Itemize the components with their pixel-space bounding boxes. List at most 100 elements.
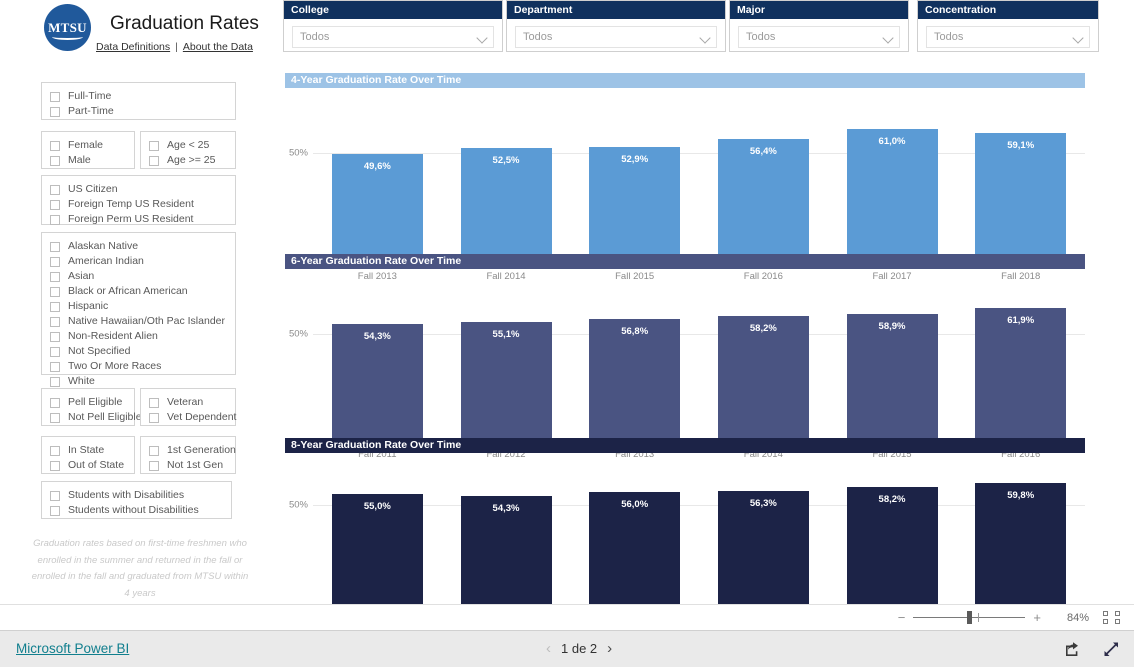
chevron-down-icon[interactable] (882, 32, 894, 44)
checkbox-row[interactable]: Pell Eligible (50, 395, 126, 410)
zoom-slider[interactable] (913, 611, 1026, 624)
slicer-enrollment-status[interactable]: Full-Time Part-Time (41, 82, 236, 120)
dropdown-department[interactable]: Department Todos (506, 0, 726, 52)
checkbox-icon[interactable] (50, 361, 60, 372)
bar[interactable]: 55,0%Fall 2009 (331, 493, 423, 637)
bar[interactable]: 49,6% Fall 2013 (331, 154, 423, 282)
checkbox-icon[interactable] (50, 140, 60, 151)
checkbox-icon[interactable] (50, 286, 60, 297)
checkbox-icon[interactable] (50, 106, 60, 117)
zoom-slider-thumb[interactable] (967, 611, 973, 624)
slicer-pell[interactable]: Pell Eligible Not Pell Eligible (41, 388, 142, 426)
slicer-veteran[interactable]: Veteran Vet Dependent (140, 388, 236, 426)
checkbox-icon[interactable] (50, 155, 60, 166)
bar[interactable]: 56,8% Fall 2013 (589, 318, 681, 460)
checkbox-row[interactable]: White (50, 374, 227, 389)
zoom-out-button[interactable]: − (898, 610, 906, 625)
microsoft-power-bi-link[interactable]: Microsoft Power BI (16, 641, 129, 656)
chevron-down-icon[interactable] (699, 32, 711, 44)
checkbox-icon[interactable] (50, 346, 60, 357)
checkbox-icon[interactable] (149, 140, 159, 151)
bar[interactable]: 58,2%Fall 2013 (846, 486, 938, 637)
checkbox-icon[interactable] (50, 397, 60, 408)
dropdown-select[interactable]: Todos (292, 26, 494, 48)
checkbox-icon[interactable] (149, 397, 159, 408)
checkbox-row[interactable]: US Citizen (50, 182, 227, 197)
checkbox-row[interactable]: Foreign Perm US Resident (50, 212, 227, 227)
previous-page-button[interactable]: ‹ (536, 640, 561, 657)
checkbox-icon[interactable] (50, 214, 60, 225)
checkbox-icon[interactable] (50, 184, 60, 195)
checkbox-icon[interactable] (50, 331, 60, 342)
bar[interactable]: 55,1% Fall 2012 (460, 322, 552, 460)
checkbox-row[interactable]: Female (50, 138, 126, 153)
checkbox-row[interactable]: Full-Time (50, 89, 227, 104)
bar[interactable]: 56,0%Fall 2011 (589, 491, 681, 637)
dropdown-college[interactable]: College Todos (283, 0, 503, 52)
checkbox-row[interactable]: Age < 25 (149, 138, 227, 153)
checkbox-icon[interactable] (50, 412, 60, 423)
bar[interactable]: 56,3%Fall 2012 (717, 490, 809, 637)
slicer-residency[interactable]: In State Out of State (41, 436, 135, 474)
bar[interactable]: 61,0% Fall 2017 (846, 128, 938, 282)
dropdown-select[interactable]: Todos (926, 26, 1090, 48)
bar[interactable]: 58,9% Fall 2015 (846, 314, 938, 460)
checkbox-icon[interactable] (50, 445, 60, 456)
data-definitions-link[interactable]: Data Definitions (96, 41, 170, 53)
checkbox-row[interactable]: Hispanic (50, 299, 227, 314)
checkbox-row[interactable]: Age >= 25 (149, 153, 227, 168)
bar[interactable]: 54,3%Fall 2010 (460, 495, 552, 637)
checkbox-row[interactable]: Part-Time (50, 104, 227, 119)
fullscreen-icon[interactable] (1103, 641, 1120, 662)
checkbox-row[interactable]: Not Specified (50, 344, 227, 359)
next-page-button[interactable]: › (597, 640, 622, 657)
bar[interactable]: 61,9% Fall 2016 (975, 307, 1067, 460)
checkbox-icon[interactable] (149, 445, 159, 456)
dropdown-major[interactable]: Major Todos (729, 0, 909, 52)
checkbox-row[interactable]: Foreign Temp US Resident (50, 197, 227, 212)
checkbox-icon[interactable] (50, 301, 60, 312)
checkbox-icon[interactable] (149, 412, 159, 423)
checkbox-row[interactable]: Two Or More Races (50, 359, 227, 374)
checkbox-row[interactable]: In State (50, 443, 126, 458)
checkbox-row[interactable]: Not 1st Gen (149, 458, 227, 473)
slicer-generation[interactable]: 1st Generation Not 1st Gen (140, 436, 236, 474)
slicer-ethnicity[interactable]: Alaskan Native American Indian Asian Bla… (41, 232, 236, 387)
bar[interactable]: 52,5% Fall 2014 (460, 147, 552, 282)
checkbox-row[interactable]: Non-Resident Alien (50, 329, 227, 344)
checkbox-icon[interactable] (149, 460, 159, 471)
checkbox-icon[interactable] (149, 155, 159, 166)
checkbox-row[interactable]: Native Hawaiian/Oth Pac Islander (50, 314, 227, 329)
checkbox-icon[interactable] (50, 490, 60, 501)
bar[interactable]: 54,3% Fall 2011 (331, 324, 423, 460)
dropdown-select[interactable]: Todos (738, 26, 900, 48)
checkbox-icon[interactable] (50, 376, 60, 387)
about-the-data-link[interactable]: About the Data (183, 41, 253, 53)
checkbox-icon[interactable] (50, 505, 60, 516)
dropdown-concentration[interactable]: Concentration Todos (917, 0, 1099, 52)
bar[interactable]: 56,4% Fall 2016 (717, 139, 809, 282)
checkbox-row[interactable]: Vet Dependent (149, 410, 236, 425)
share-icon[interactable] (1064, 641, 1081, 662)
chart-8-year-graduation-rate[interactable]: 8-Year Graduation Rate Over Time 0%50%55… (285, 438, 1085, 637)
checkbox-row[interactable]: Male (50, 153, 126, 168)
bar[interactable]: 59,8%Fall 2014 (975, 483, 1067, 637)
slicer-age[interactable]: Age < 25 Age >= 25 (140, 131, 236, 169)
checkbox-icon[interactable] (50, 316, 60, 327)
checkbox-icon[interactable] (50, 199, 60, 210)
slicer-citizenship[interactable]: US Citizen Foreign Temp US Resident Fore… (41, 175, 236, 225)
checkbox-row[interactable]: 1st Generation (149, 443, 236, 458)
checkbox-row[interactable]: Black or African American (50, 284, 227, 299)
slicer-disability[interactable]: Students with Disabilities Students with… (41, 481, 232, 519)
checkbox-row[interactable]: Students without Disabilities (50, 503, 223, 518)
chevron-down-icon[interactable] (1072, 32, 1084, 44)
dropdown-select[interactable]: Todos (515, 26, 717, 48)
checkbox-row[interactable]: Asian (50, 269, 227, 284)
checkbox-row[interactable]: Not Pell Eligible (50, 410, 142, 425)
checkbox-icon[interactable] (50, 91, 60, 102)
chart-6-year-graduation-rate[interactable]: 6-Year Graduation Rate Over Time 0%50%54… (285, 254, 1085, 460)
checkbox-icon[interactable] (50, 256, 60, 267)
zoom-in-button[interactable]: + (1033, 610, 1041, 625)
bar[interactable]: 52,9% Fall 2015 (589, 146, 681, 282)
chart-4-year-graduation-rate[interactable]: 4-Year Graduation Rate Over Time 0%50%49… (285, 73, 1085, 282)
